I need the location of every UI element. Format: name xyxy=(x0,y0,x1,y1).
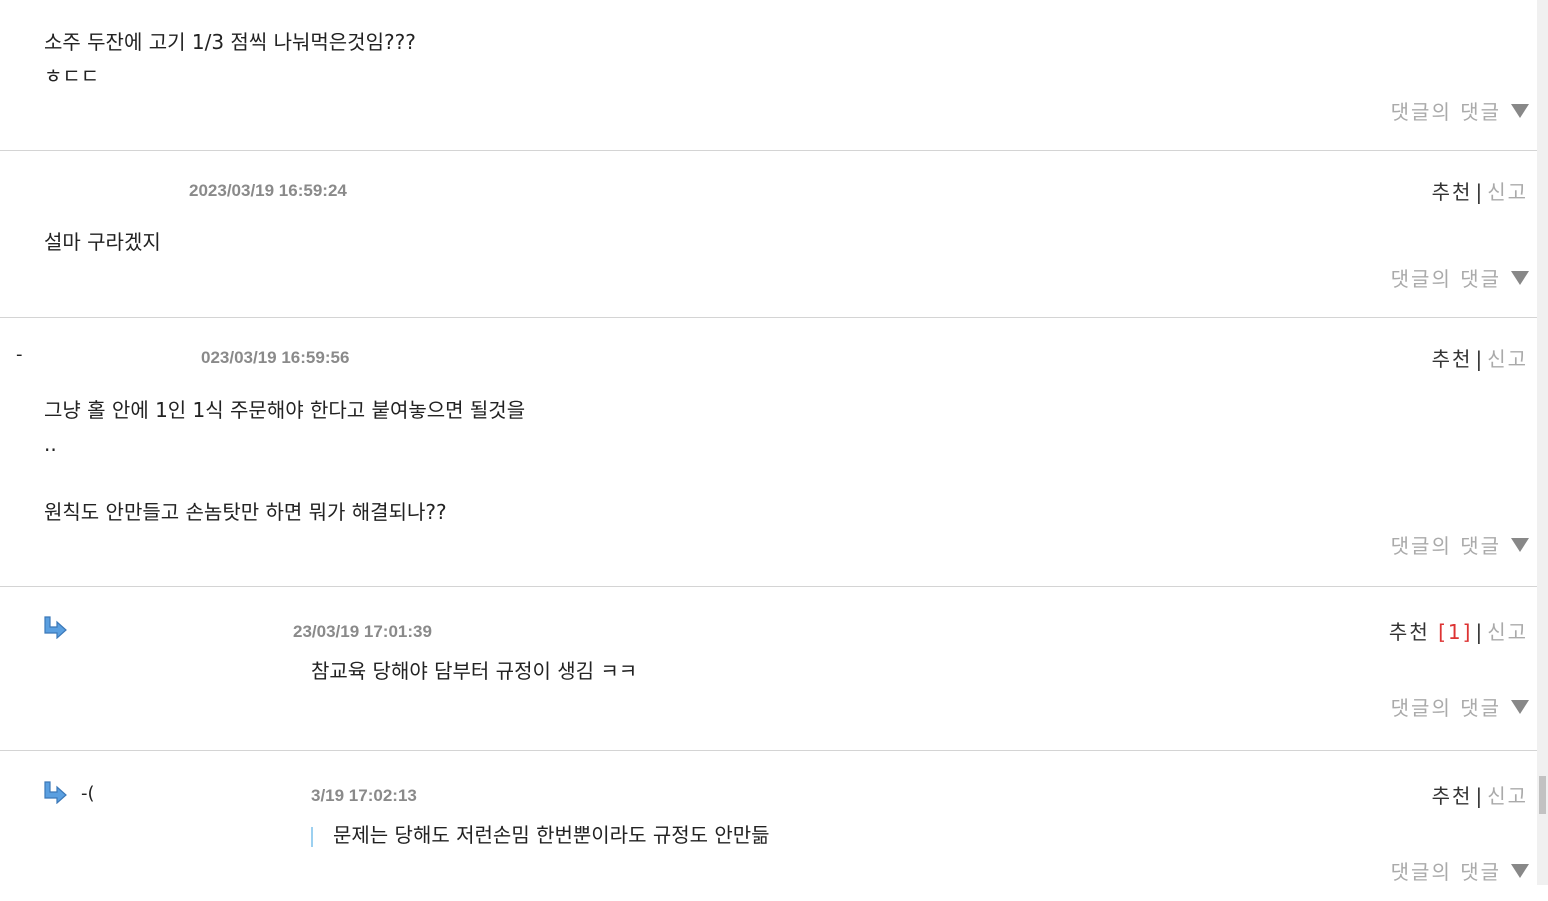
comment-item: 소주 두잔에 고기 1/3 점씩 나눠먹은것임??? ㅎㄷㄷ 댓글의 댓글 xyxy=(0,0,1537,151)
scrollbar-thumb[interactable] xyxy=(1539,776,1546,814)
reply-toggle-button[interactable]: 댓글의 댓글 xyxy=(1391,692,1529,721)
triangle-down-icon xyxy=(1511,863,1529,878)
reply-arrow-icon xyxy=(44,781,67,804)
reply-toggle-label: 댓글의 댓글 xyxy=(1390,696,1501,720)
reply-item: 23/03/19 17:01:39 추천 [1] | 신고 참교육 당해야 담부터 … xyxy=(0,587,1537,751)
reply-toggle-label: 댓글의 댓글 xyxy=(1390,534,1501,558)
recommend-button[interactable]: 추천 xyxy=(1432,180,1473,204)
triangle-down-icon xyxy=(1511,103,1529,118)
comment-actions: 추천 | 신고 xyxy=(1432,780,1528,809)
comment-body: 문제는 당해도 저런손밈 한번뿐이라도 규정도 안만듦 xyxy=(333,823,770,847)
nickname[interactable]: -( xyxy=(81,783,95,804)
comment-body: 소주 두잔에 고기 1/3 점씩 나눠먹은것임??? ㅎㄷㄷ xyxy=(44,30,416,88)
reply-toggle-button[interactable]: 댓글의 댓글 xyxy=(1391,856,1529,885)
action-separator: | xyxy=(1475,784,1485,808)
recommend-button[interactable]: 추천 xyxy=(1432,784,1473,808)
reply-toggle-label: 댓글의 댓글 xyxy=(1390,267,1501,291)
recommend-button[interactable]: 추천 xyxy=(1389,620,1430,644)
reply-toggle-label: 댓글의 댓글 xyxy=(1390,860,1501,884)
triangle-down-icon xyxy=(1511,270,1529,285)
triangle-down-icon xyxy=(1511,537,1529,552)
recommend-count: [1] xyxy=(1438,620,1473,644)
action-separator: | xyxy=(1475,347,1485,371)
comment-body: 설마 구라겠지 xyxy=(44,230,161,254)
action-separator: | xyxy=(1475,180,1485,204)
report-button[interactable]: 신고 xyxy=(1487,620,1528,644)
comment-date: 2023/03/19 16:59:24 xyxy=(189,181,347,200)
comment-body: 참교육 당해야 담부터 규정이 생김 ㅋㅋ xyxy=(311,659,638,683)
comment-actions: 추천 | 신고 xyxy=(1432,176,1528,205)
reply-toggle-button[interactable]: 댓글의 댓글 xyxy=(1391,530,1529,559)
reply-toggle-button[interactable]: 댓글의 댓글 xyxy=(1391,96,1529,125)
comment-actions: 추천 [1] | 신고 xyxy=(1389,616,1528,645)
vertical-scrollbar[interactable] xyxy=(1537,0,1548,885)
comment-list: 소주 두잔에 고기 1/3 점씩 나눠먹은것임??? ㅎㄷㄷ 댓글의 댓글 20… xyxy=(0,0,1537,885)
report-button[interactable]: 신고 xyxy=(1487,784,1528,808)
reply-toggle-button[interactable]: 댓글의 댓글 xyxy=(1391,263,1529,292)
nickname[interactable]: - xyxy=(16,344,23,365)
comment-date: 3/19 17:02:13 xyxy=(311,786,417,805)
comment-body: 그냥 홀 안에 1인 1식 주문해야 한다고 붙여놓으면 될것을 .. 원칙도 … xyxy=(44,398,526,524)
recommend-button[interactable]: 추천 xyxy=(1432,347,1473,371)
comment-date: 023/03/19 16:59:56 xyxy=(201,348,350,367)
comment-date: 23/03/19 17:01:39 xyxy=(293,622,432,641)
reply-item: -( 3/19 17:02:13 추천 | 신고 문제는 당해도 저런손밈 한번뿐이… xyxy=(0,751,1537,901)
report-button[interactable]: 신고 xyxy=(1487,347,1528,371)
comment-item: - 023/03/19 16:59:56 추천 | 신고 그냥 홀 안에 1인 1식… xyxy=(0,318,1537,587)
comment-item: 2023/03/19 16:59:24 추천 | 신고 설마 구라겠지 댓글의 댓글 xyxy=(0,151,1537,318)
action-separator: | xyxy=(1475,620,1485,644)
reply-arrow-icon xyxy=(44,616,67,639)
report-button[interactable]: 신고 xyxy=(1487,180,1528,204)
comment-actions: 추천 | 신고 xyxy=(1432,343,1528,372)
quote-marker xyxy=(311,827,313,847)
triangle-down-icon xyxy=(1511,699,1529,714)
reply-toggle-label: 댓글의 댓글 xyxy=(1390,100,1501,124)
